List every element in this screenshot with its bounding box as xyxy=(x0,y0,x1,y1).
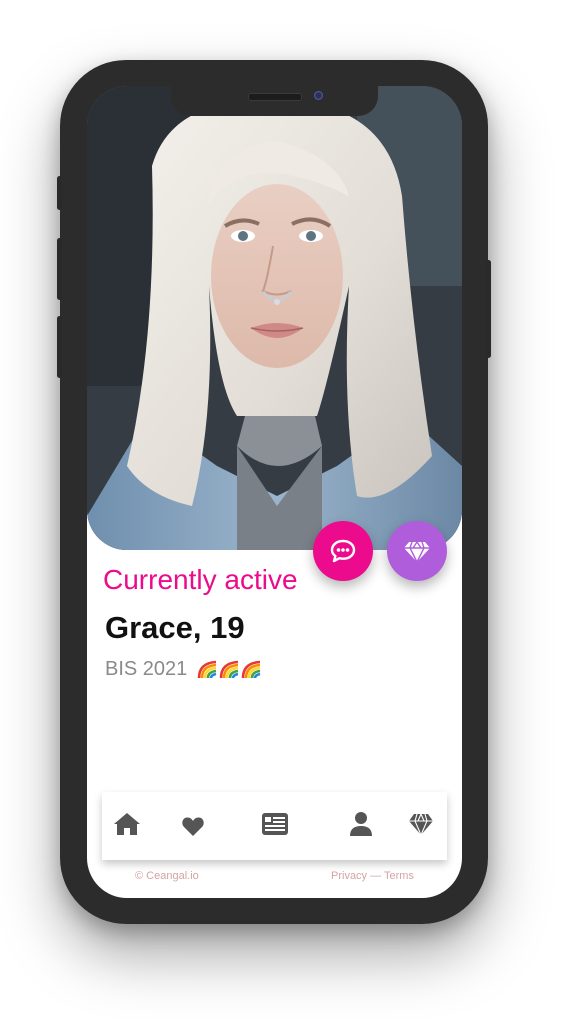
nav-home[interactable] xyxy=(111,808,143,840)
privacy-link[interactable]: Privacy xyxy=(331,870,367,882)
home-icon xyxy=(114,813,140,835)
diamond-icon xyxy=(404,541,430,564)
front-camera xyxy=(314,91,323,100)
footer-separator: — xyxy=(367,870,384,882)
power-button xyxy=(486,260,491,358)
silent-switch xyxy=(57,176,62,210)
profile-name-age: Grace, 19 xyxy=(105,610,245,645)
chat-button[interactable] xyxy=(313,521,373,581)
app-screen: Currently active Grace, 19 BIS 2021 © Ce… xyxy=(87,86,462,898)
bottom-navigation xyxy=(102,792,447,860)
news-icon xyxy=(262,813,288,835)
footer-copyright: © Ceangal.io xyxy=(135,870,199,882)
volume-up-button xyxy=(57,238,62,300)
rainbow-icon xyxy=(219,660,239,678)
footer-links: Privacy — Terms xyxy=(331,870,414,882)
profile-meta: BIS 2021 xyxy=(105,658,263,681)
premium-button[interactable] xyxy=(387,521,447,581)
terms-link[interactable]: Terms xyxy=(384,870,414,882)
chat-bubble-icon xyxy=(330,539,356,563)
heart-icon xyxy=(182,817,204,836)
nav-premium[interactable] xyxy=(405,808,437,840)
user-icon xyxy=(350,812,372,836)
badge-list xyxy=(197,659,263,681)
rainbow-icon xyxy=(241,660,261,678)
diamond-icon xyxy=(409,813,433,836)
phone-notch xyxy=(171,86,378,116)
profile-subtitle: BIS 2021 xyxy=(105,658,188,680)
phone-speaker xyxy=(248,93,302,101)
nav-profile[interactable] xyxy=(345,808,377,840)
rainbow-icon xyxy=(197,660,217,678)
volume-down-button xyxy=(57,316,62,378)
nav-likes[interactable] xyxy=(177,810,209,842)
profile-photo[interactable] xyxy=(87,86,462,550)
nav-feed[interactable] xyxy=(259,808,291,840)
activity-status: Currently active xyxy=(103,564,298,595)
